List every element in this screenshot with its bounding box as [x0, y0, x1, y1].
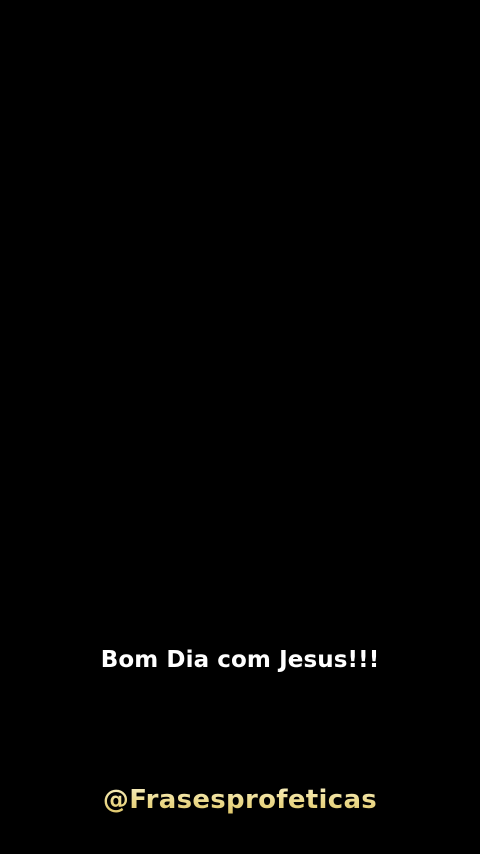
account-watermark: @Frasesprofeticas [0, 780, 480, 820]
video-frame[interactable] [0, 0, 480, 854]
video-caption: Bom Dia com Jesus!!! [100, 647, 380, 673]
